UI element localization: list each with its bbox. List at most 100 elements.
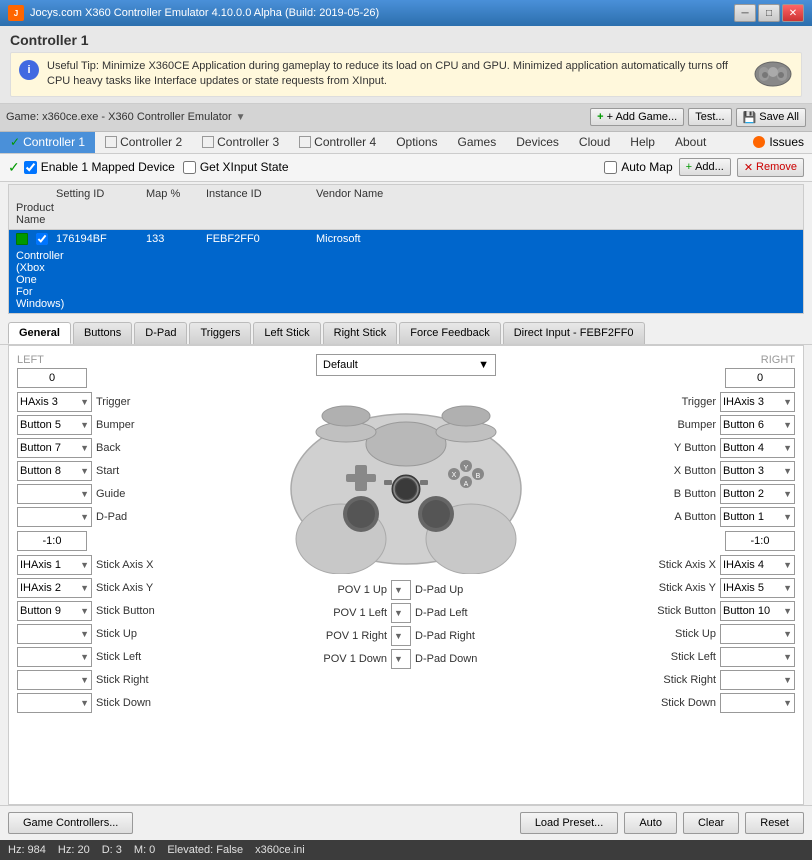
- tab-direct-input[interactable]: Direct Input - FEBF2FF0: [503, 322, 645, 344]
- pov1-up-dropdown[interactable]: ▼: [391, 580, 411, 600]
- menu-options[interactable]: Options: [386, 132, 447, 153]
- menu-controller1[interactable]: ✓ Controller 1: [0, 132, 95, 153]
- left-stick-down-dropdown[interactable]: ▼: [17, 693, 92, 713]
- left-stick-btn-dropdown[interactable]: Button 9▼: [17, 601, 92, 621]
- right-stick-value[interactable]: [725, 531, 795, 551]
- get-xinput-input[interactable]: [183, 161, 196, 174]
- left-start-dropdown[interactable]: Button 8▼: [17, 461, 92, 481]
- devices-label: Devices: [516, 135, 559, 149]
- svg-text:B: B: [476, 473, 481, 480]
- info-icon: i: [19, 60, 39, 80]
- left-panel-label: LEFT: [17, 354, 217, 366]
- tab-left-stick[interactable]: Left Stick: [253, 322, 320, 344]
- tab-right-stick[interactable]: Right Stick: [323, 322, 398, 344]
- tab-general[interactable]: General: [8, 322, 71, 344]
- clear-button[interactable]: Clear: [683, 812, 739, 834]
- left-start-row: Button 8▼ Start: [17, 461, 217, 481]
- left-stick-right-dropdown[interactable]: ▼: [17, 670, 92, 690]
- col-setting-id: Setting ID: [53, 187, 143, 201]
- auto-map-checkbox[interactable]: Auto Map: [604, 160, 672, 174]
- right-stick-up-dropdown[interactable]: ▼: [720, 624, 795, 644]
- close-button[interactable]: ✕: [782, 4, 804, 22]
- tab-buttons[interactable]: Buttons: [73, 322, 132, 344]
- auto-button[interactable]: Auto: [624, 812, 677, 834]
- add-game-button[interactable]: + + Add Game...: [590, 108, 684, 126]
- right-panel: RIGHT Trigger IHAxis 3▼ Bumper Button 6▼…: [595, 354, 795, 796]
- left-trigger-dropdown[interactable]: HAxis 3▼: [17, 392, 92, 412]
- right-bumper-dropdown[interactable]: Button 6▼: [720, 415, 795, 435]
- row-product: Controller (Xbox One For Windows): [13, 249, 33, 311]
- default-dropdown-label: Default: [323, 359, 358, 371]
- maximize-button[interactable]: □: [758, 4, 780, 22]
- left-guide-dropdown[interactable]: ▼: [17, 484, 92, 504]
- save-all-button[interactable]: 💾 Save All: [736, 108, 806, 127]
- right-a-dropdown[interactable]: Button 1▼: [720, 507, 795, 527]
- left-stick-left-dropdown[interactable]: ▼: [17, 647, 92, 667]
- tab-force-feedback[interactable]: Force Feedback: [399, 322, 500, 344]
- menu-controller4[interactable]: Controller 4: [289, 132, 386, 153]
- device-table-row[interactable]: 176194BF 133 FEBF2FF0 Microsoft Controll…: [9, 230, 803, 313]
- left-stick-value[interactable]: [17, 531, 87, 551]
- ctrl1-check-icon: ✓: [10, 135, 20, 149]
- games-label: Games: [458, 135, 497, 149]
- game-selector-area: Game: x360ce.exe - X360 Controller Emula…: [6, 111, 586, 123]
- game-controllers-button[interactable]: Game Controllers...: [8, 812, 133, 834]
- right-trigger-dropdown[interactable]: IHAxis 3▼: [720, 392, 795, 412]
- tab-triggers[interactable]: Triggers: [189, 322, 251, 344]
- left-stick-axis-y-dropdown[interactable]: IHAxis 2▼: [17, 578, 92, 598]
- get-xinput-checkbox[interactable]: Get XInput State: [183, 160, 289, 174]
- menu-cloud[interactable]: Cloud: [569, 132, 620, 153]
- left-trigger-row: HAxis 3▼ Trigger: [17, 392, 217, 412]
- left-stick-down-row: ▼ Stick Down: [17, 693, 217, 713]
- right-stick-down-dropdown[interactable]: ▼: [720, 693, 795, 713]
- left-bumper-dropdown[interactable]: Button 5▼: [17, 415, 92, 435]
- tab-dpad[interactable]: D-Pad: [134, 322, 187, 344]
- test-button[interactable]: Test...: [688, 108, 731, 126]
- menu-controller3[interactable]: Controller 3: [192, 132, 289, 153]
- pov1-left-dropdown[interactable]: ▼: [391, 603, 411, 623]
- remove-label: Remove: [756, 161, 797, 173]
- remove-icon: ✕: [744, 161, 753, 174]
- left-stick-axis-x-dropdown[interactable]: IHAxis 1▼: [17, 555, 92, 575]
- help-label: Help: [630, 135, 655, 149]
- menu-controller2[interactable]: Controller 2: [95, 132, 192, 153]
- left-back-dropdown[interactable]: Button 7▼: [17, 438, 92, 458]
- minimize-button[interactable]: ─: [734, 4, 756, 22]
- enable-mapped-input[interactable]: [24, 161, 37, 174]
- menu-devices[interactable]: Devices: [506, 132, 569, 153]
- right-input-value[interactable]: [725, 368, 795, 388]
- enable-mapped-checkbox[interactable]: ✓ Enable 1 Mapped Device: [8, 159, 175, 176]
- col-check: [33, 187, 53, 201]
- right-stick-axis-y-dropdown[interactable]: IHAxis 5▼: [720, 578, 795, 598]
- pov1-up-row: POV 1 Up ▼ D-Pad Up: [225, 580, 587, 600]
- load-preset-button[interactable]: Load Preset...: [520, 812, 619, 834]
- col-vendor: Vendor Name: [313, 187, 799, 201]
- right-stick-right-dropdown[interactable]: ▼: [720, 670, 795, 690]
- right-b-dropdown[interactable]: Button 2▼: [720, 484, 795, 504]
- add-button[interactable]: + Add...: [679, 158, 731, 176]
- right-panel-label: RIGHT: [595, 354, 795, 366]
- left-dpad-dropdown[interactable]: ▼: [17, 507, 92, 527]
- menu-about[interactable]: About: [665, 132, 716, 153]
- row-checkbox[interactable]: [36, 233, 48, 245]
- remove-button[interactable]: ✕ Remove: [737, 158, 804, 177]
- status-fps: Hz: 20: [58, 844, 90, 856]
- right-stick-left-dropdown[interactable]: ▼: [720, 647, 795, 667]
- auto-map-input[interactable]: [604, 161, 617, 174]
- issues-label[interactable]: Issues: [769, 135, 804, 149]
- right-stick-btn-dropdown[interactable]: Button 10▼: [720, 601, 795, 621]
- pov1-right-dropdown[interactable]: ▼: [391, 626, 411, 646]
- right-stick-axis-x-dropdown[interactable]: IHAxis 4▼: [720, 555, 795, 575]
- right-x-dropdown[interactable]: Button 3▼: [720, 461, 795, 481]
- default-dropdown[interactable]: Default ▼: [316, 354, 496, 376]
- reset-button[interactable]: Reset: [745, 812, 804, 834]
- menu-help[interactable]: Help: [620, 132, 665, 153]
- menu-games[interactable]: Games: [448, 132, 507, 153]
- game-dropdown-arrow[interactable]: ▼: [236, 112, 246, 123]
- col-indicator: [13, 187, 33, 201]
- row-check: [33, 232, 53, 249]
- left-stick-up-dropdown[interactable]: ▼: [17, 624, 92, 644]
- right-y-dropdown[interactable]: Button 4▼: [720, 438, 795, 458]
- pov1-down-dropdown[interactable]: ▼: [391, 649, 411, 669]
- left-input-value[interactable]: [17, 368, 87, 388]
